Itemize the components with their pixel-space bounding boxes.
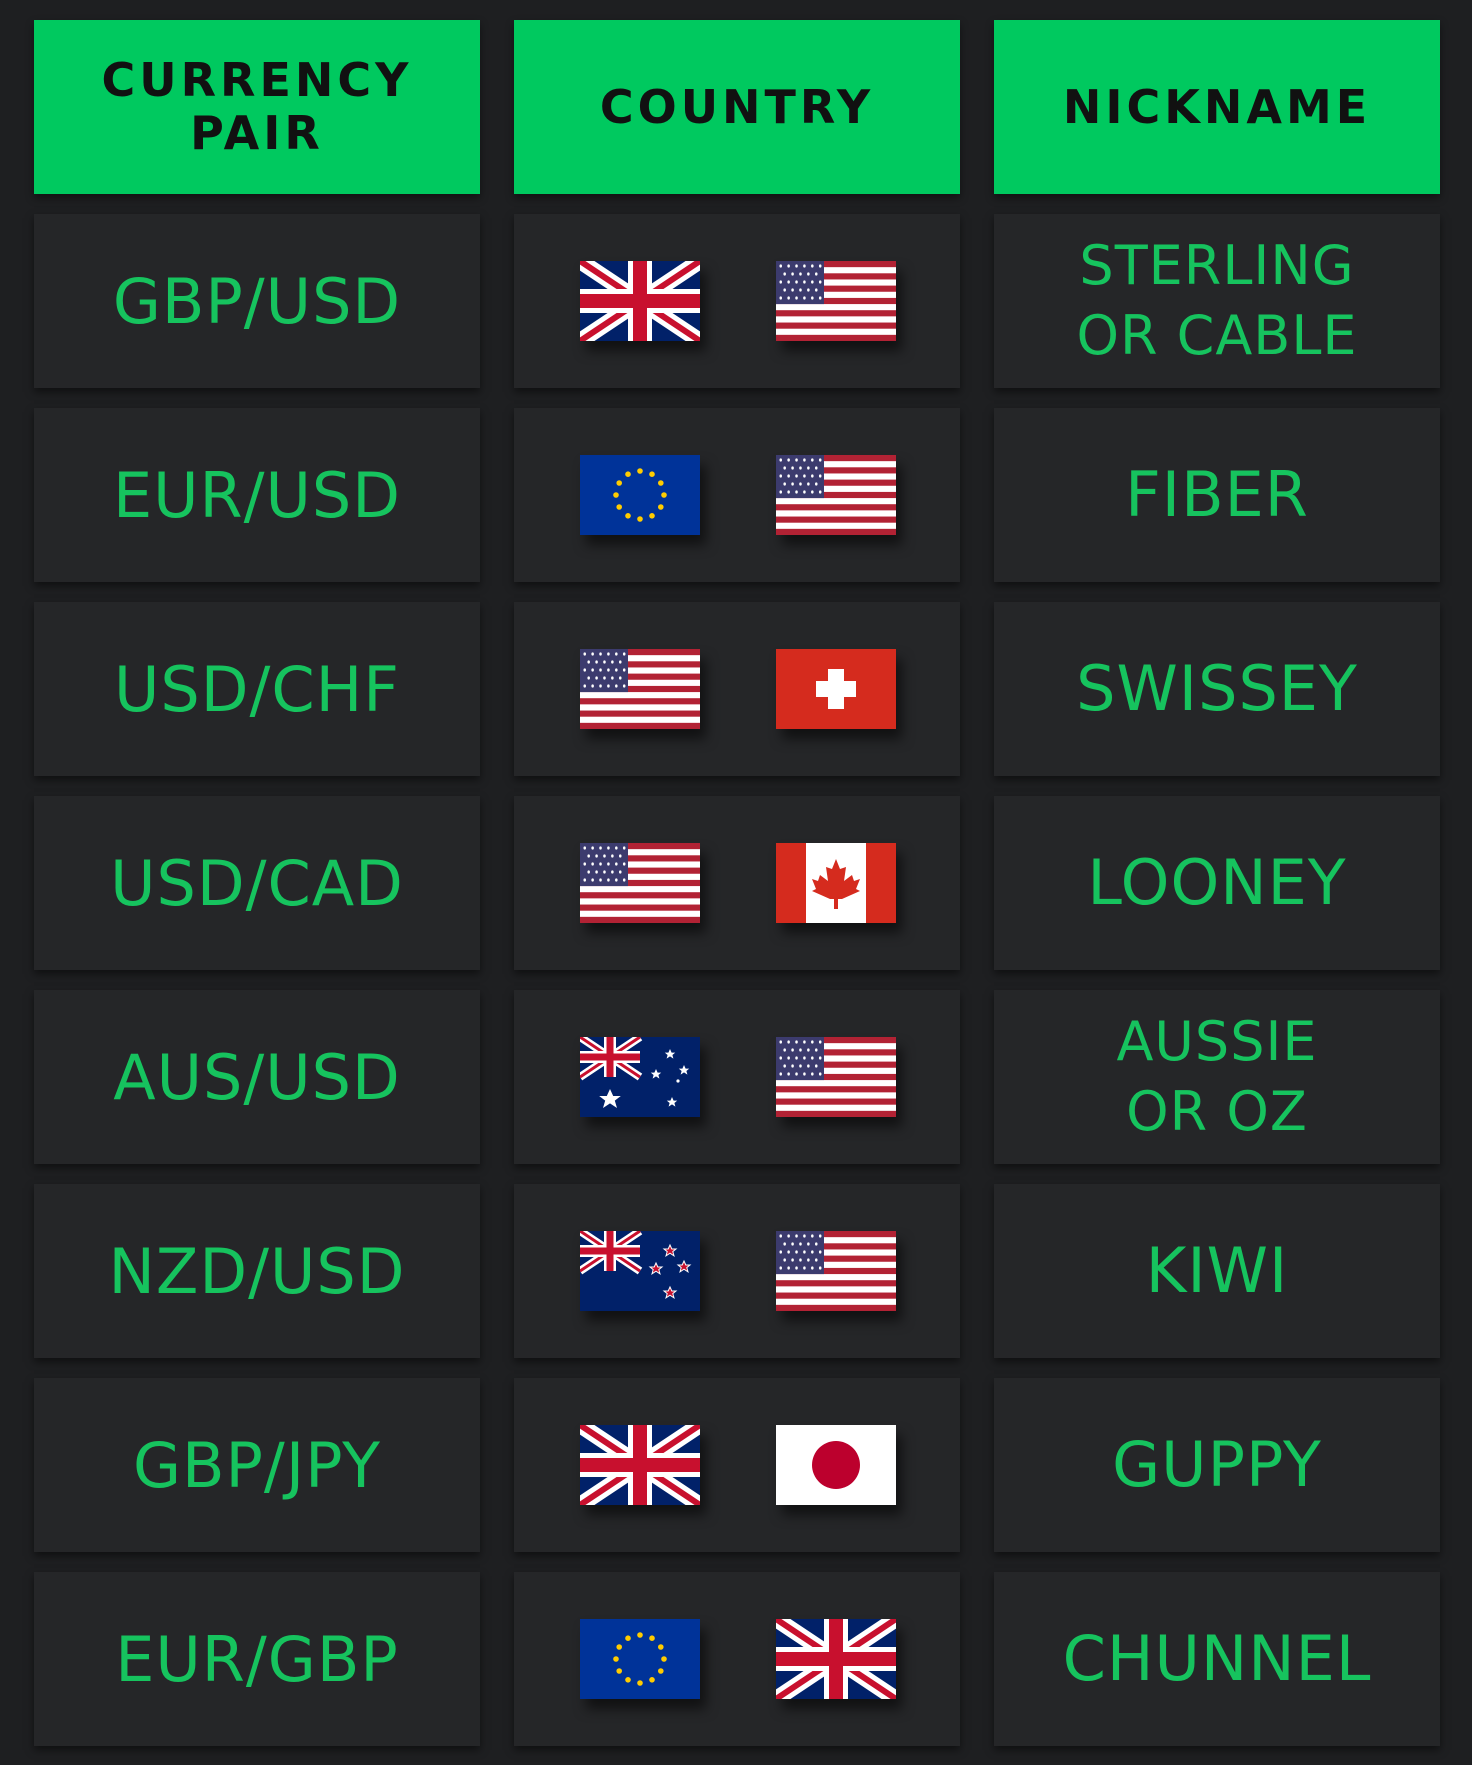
country-cell [514, 1572, 960, 1746]
header-nickname: NICKNAME [994, 20, 1440, 194]
currency-table: CURRENCY PAIR COUNTRY NICKNAME GBP/USD S… [34, 20, 1440, 1746]
country-cell [514, 408, 960, 582]
header-currency-pair: CURRENCY PAIR [34, 20, 480, 194]
nickname-cell: FIBER [994, 408, 1440, 582]
pair-cell: USD/CHF [34, 602, 480, 776]
country-cell [514, 1378, 960, 1552]
us-flag-icon [776, 1037, 896, 1117]
pair-cell: NZD/USD [34, 1184, 480, 1358]
us-flag-icon [776, 455, 896, 535]
pair-cell: EUR/USD [34, 408, 480, 582]
country-cell [514, 796, 960, 970]
us-flag-icon [580, 843, 700, 923]
us-flag-icon [776, 261, 896, 341]
pair-cell: GBP/USD [34, 214, 480, 388]
japan-flag-icon [776, 1425, 896, 1505]
uk-flag-icon [580, 261, 700, 341]
nickname-cell: GUPPY [994, 1378, 1440, 1552]
pair-cell: USD/CAD [34, 796, 480, 970]
uk-flag-icon [580, 1425, 700, 1505]
australia-flag-icon [580, 1037, 700, 1117]
us-flag-icon [776, 1231, 896, 1311]
country-cell [514, 214, 960, 388]
pair-cell: GBP/JPY [34, 1378, 480, 1552]
nickname-cell: LOONEY [994, 796, 1440, 970]
canada-flag-icon [776, 843, 896, 923]
new-zealand-flag-icon [580, 1231, 700, 1311]
country-cell [514, 990, 960, 1164]
eu-flag-icon [580, 455, 700, 535]
nickname-cell: CHUNNEL [994, 1572, 1440, 1746]
country-cell [514, 1184, 960, 1358]
us-flag-icon [580, 649, 700, 729]
eu-flag-icon [580, 1619, 700, 1699]
nickname-cell: AUSSIE OR OZ [994, 990, 1440, 1164]
country-cell [514, 602, 960, 776]
uk-flag-icon [776, 1619, 896, 1699]
nickname-cell: SWISSEY [994, 602, 1440, 776]
header-country: COUNTRY [514, 20, 960, 194]
nickname-cell: KIWI [994, 1184, 1440, 1358]
nickname-cell: STERLING OR CABLE [994, 214, 1440, 388]
pair-cell: AUS/USD [34, 990, 480, 1164]
pair-cell: EUR/GBP [34, 1572, 480, 1746]
swiss-flag-icon [776, 649, 896, 729]
